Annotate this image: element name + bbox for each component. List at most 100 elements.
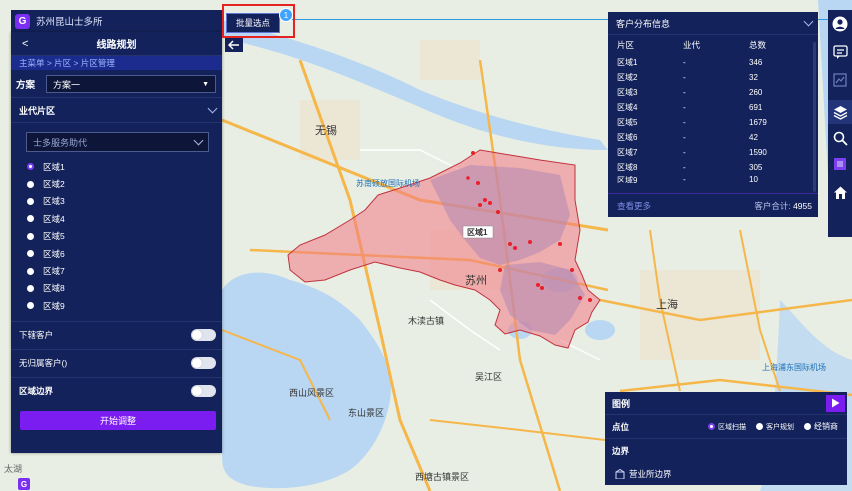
legend-point-row: 点位 区域扫描 客户规划 经销商 (605, 415, 847, 439)
region-option[interactable]: 区域3 (27, 193, 222, 210)
legend-option[interactable]: 客户规划 (756, 422, 794, 432)
biz-select-placeholder: 士多服务助代 (33, 137, 88, 148)
home-icon (833, 186, 847, 199)
radio-icon (27, 302, 34, 310)
region-option[interactable]: 区域7 (27, 262, 222, 279)
bottom-logo: G (18, 478, 30, 490)
panel-title: 线路规划 (96, 40, 137, 51)
city-label-mudu: 木渎古镇 (408, 316, 445, 326)
undo-arrow-icon (228, 40, 239, 50)
region-option[interactable]: 区域2 (27, 175, 222, 192)
message-button[interactable] (828, 40, 852, 64)
legend-panel: 图例 点位 区域扫描 客户规划 经销商 边界 营业所边界 (605, 392, 847, 485)
customers-toggle[interactable] (191, 329, 216, 342)
legend-header: 图例 (605, 392, 847, 415)
start-adjust-button[interactable]: 开始调整 (20, 410, 216, 430)
city-label-xishan: 西山风景区 (289, 388, 335, 398)
section-header[interactable]: 业代片区 (11, 97, 222, 123)
boundary-toggle[interactable] (191, 385, 216, 398)
building-icon (615, 468, 625, 479)
toggle-row-unassigned: 无归属客户() (11, 348, 222, 377)
table-row: 区域9-10 (617, 175, 758, 183)
home-button[interactable] (828, 180, 852, 204)
unassigned-toggle[interactable] (191, 357, 216, 370)
radio-icon (27, 250, 34, 258)
plan-select-value: 方案一 (53, 79, 81, 90)
breadcrumb[interactable]: 主菜单 > 片区 > 片区管理 (11, 56, 222, 70)
city-label-taihu: 太湖 (4, 464, 23, 474)
panel-header: < 线路规划 (11, 32, 222, 56)
region-option[interactable]: 区域8 (27, 280, 222, 297)
panel-footer: 查看更多 客户合计: 4955 (608, 193, 818, 217)
customer-total-value: 4955 (793, 200, 812, 211)
radio-icon (756, 423, 763, 430)
app-header: G 苏州昆山士多所 (11, 10, 222, 32)
search-button[interactable] (828, 126, 852, 150)
user-icon (832, 16, 848, 32)
radio-icon (27, 180, 34, 188)
distribution-table: 片区 业代 总数 区域1-346 区域2-32 区域3-260 区域4-691 … (608, 35, 818, 183)
radio-icon (27, 215, 34, 223)
radio-selected-icon (708, 423, 715, 430)
panel-header[interactable]: 客户分布信息 (608, 12, 818, 35)
chevron-down-icon (207, 103, 218, 114)
city-label-suzhou: 苏州 (465, 275, 487, 287)
table-row: 区域7-1590 (617, 148, 767, 157)
map-region-label: 区域1 (467, 228, 488, 237)
divider-line (292, 19, 608, 20)
table-row: 区域8-305 (617, 163, 763, 172)
legend-border-item: 营业所边界 (605, 462, 847, 485)
legend-border-label: 边界 (612, 445, 630, 456)
select-area-button[interactable] (828, 152, 852, 176)
table-row: 区域6-42 (617, 133, 758, 142)
city-label-wuxi: 无锡 (315, 125, 337, 137)
square-select-icon (834, 158, 846, 170)
radio-icon (27, 197, 34, 205)
app-logo: G (15, 13, 30, 29)
region-radio-list: 区域1 区域2 区域3 区域4 区域5 区域6 区域7 区域8 区域9 (11, 158, 222, 315)
layers-icon (833, 105, 847, 120)
legend-border-row: 边界 (605, 439, 847, 462)
chevron-down-icon (803, 16, 814, 27)
legend-option[interactable]: 经销商 (804, 421, 838, 432)
map-tools (828, 10, 852, 237)
table-row: 区域4-691 (617, 103, 763, 112)
region-option[interactable]: 区域6 (27, 245, 222, 262)
back-button[interactable]: < (22, 38, 28, 50)
route-planning-panel: < 线路规划 主菜单 > 片区 > 片区管理 方案 方案一 ▼ 业代片区 士多服… (11, 32, 222, 453)
airport-label-pudong: 上海浦东国际机场 (762, 363, 826, 372)
radio-icon (804, 423, 811, 430)
plan-label: 方案 (16, 80, 36, 91)
plan-select[interactable]: 方案一 ▼ (46, 75, 216, 93)
region-option[interactable]: 区域9 (27, 297, 222, 314)
view-more-link[interactable]: 查看更多 (617, 200, 651, 212)
toggle-label: 无归属客户() (19, 358, 68, 369)
plan-row: 方案 方案一 ▼ (11, 71, 222, 97)
table-row: 区域5-1679 (617, 118, 767, 127)
toggle-row-boundary: 区域边界 (11, 376, 222, 405)
toggle-label: 区域边界 (19, 386, 54, 397)
undo-button[interactable] (225, 38, 243, 52)
city-label-shanghai: 上海 (656, 299, 678, 311)
region-option[interactable]: 区域4 (27, 210, 222, 227)
play-icon (832, 398, 840, 408)
play-button[interactable] (826, 394, 845, 412)
table-row: 区域1-346 (617, 58, 763, 67)
table-scrollbar[interactable] (813, 42, 816, 192)
panel-title: 客户分布信息 (616, 18, 671, 29)
region-option[interactable]: 区域1 (27, 158, 222, 175)
region-option[interactable]: 区域5 (27, 228, 222, 245)
customer-total: 客户合计: 4955 (754, 200, 812, 211)
radio-icon (27, 232, 34, 240)
table-row: 区域3-260 (617, 88, 763, 97)
highlight-box (222, 4, 295, 38)
user-button[interactable] (828, 12, 852, 36)
biz-select[interactable]: 士多服务助代 (26, 132, 209, 152)
city-label-xitang: 西塘古镇景区 (415, 472, 470, 482)
radio-icon (27, 284, 34, 292)
chart-button[interactable] (828, 68, 852, 92)
app-title: 苏州昆山士多所 (36, 17, 103, 28)
layers-button[interactable] (828, 100, 852, 124)
legend-option[interactable]: 区域扫描 (708, 422, 746, 432)
message-icon (832, 44, 848, 59)
